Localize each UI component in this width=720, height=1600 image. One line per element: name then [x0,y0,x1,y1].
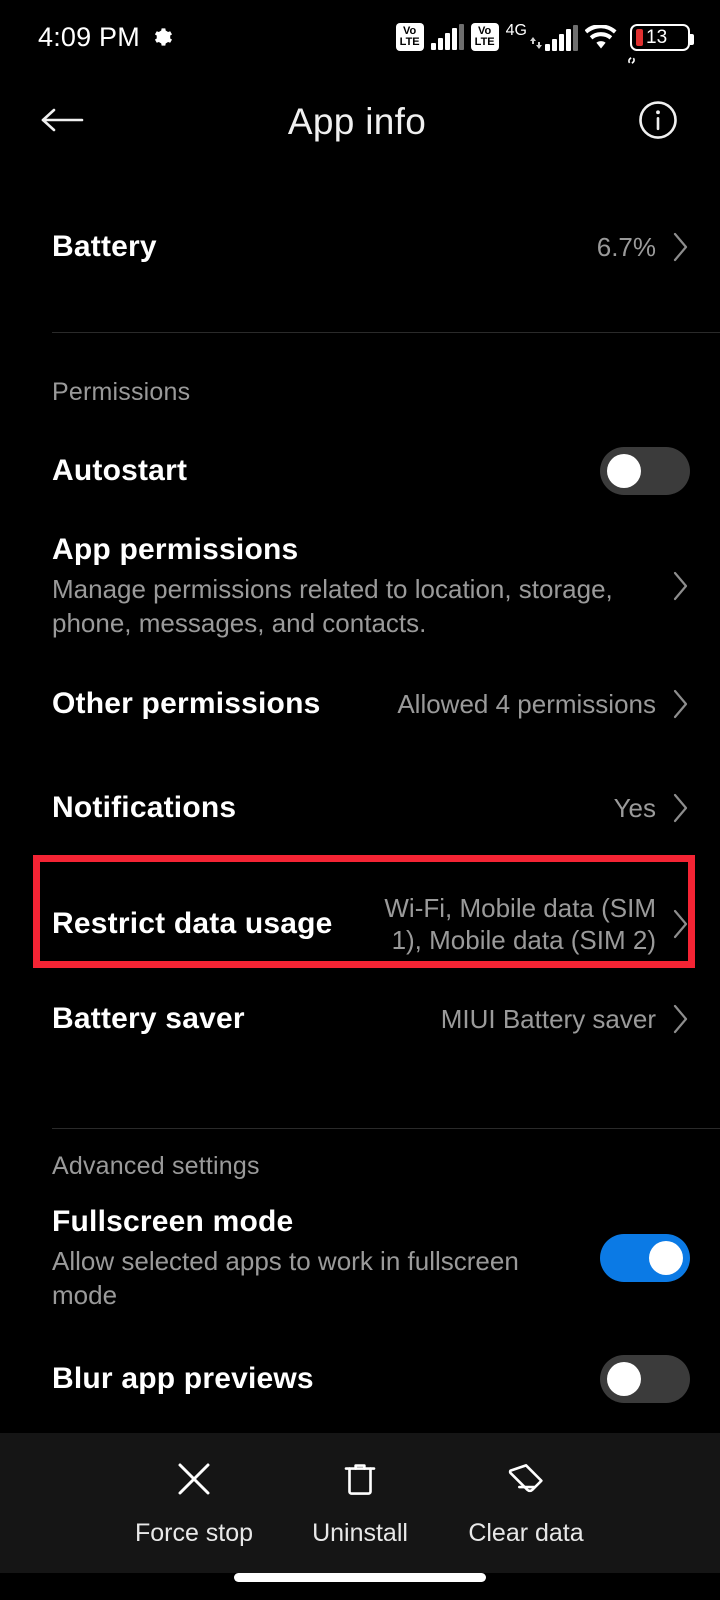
status-time: 4:09 PM [38,21,140,52]
info-icon [637,99,679,146]
mobile-network-group: 4G [506,23,578,51]
status-bar-left: 4:09 PM [38,22,173,53]
row-fullscreen-mode[interactable]: Fullscreen mode Allow selected apps to w… [0,1198,720,1318]
row-app-permissions-title: App permissions [52,532,299,566]
row-blur-app-previews[interactable]: Blur app previews [0,1348,720,1410]
row-fullscreen-mode-main: Fullscreen mode Allow selected apps to w… [52,1203,600,1313]
row-battery-main: Battery [52,228,597,266]
row-battery[interactable]: Battery 6.7% [0,216,720,278]
close-x-icon [173,1458,215,1505]
row-restrict-data-usage-title: Restrict data usage [52,907,333,941]
section-label-advanced-settings: Advanced settings [52,1152,260,1180]
row-autostart-title: Autostart [52,454,188,488]
status-bar-right: Vo LTE Vo LTE 4G 13 [395,23,694,64]
chevron-right-icon [672,688,690,720]
clear-data-button[interactable]: Clear data [443,1458,609,1548]
app-bar: App info [0,74,720,170]
uninstall-button[interactable]: Uninstall [277,1458,443,1548]
info-button[interactable] [630,94,686,150]
row-fullscreen-mode-subtitle: Allow selected apps to work in fullscree… [52,1246,519,1311]
row-app-permissions[interactable]: App permissions Manage permissions relat… [0,526,720,646]
battery-fill [636,28,643,46]
battery-level-text: 13 [646,26,668,48]
data-transfer-icon [530,24,542,50]
row-blur-app-previews-main: Blur app previews [52,1360,600,1398]
row-battery-saver[interactable]: Battery saver MIUI Battery saver [0,988,720,1050]
row-other-permissions[interactable]: Other permissions Allowed 4 permissions [0,673,720,735]
row-fullscreen-mode-title: Fullscreen mode [52,1204,294,1238]
chevron-right-icon [672,1003,690,1035]
phone-screen: 4:09 PM Vo LTE Vo LTE 4G 13 App info Bat… [0,0,720,1600]
row-restrict-data-usage-value: Wi-Fi, Mobile data (SIM 1), Mobile data … [384,892,656,956]
force-stop-button[interactable]: Force stop [111,1458,277,1548]
row-battery-value: 6.7% [596,231,656,262]
network-type-label: 4G [505,22,527,39]
row-other-permissions-value: Allowed 4 permissions [397,688,656,719]
chevron-right-icon [672,792,690,824]
back-button[interactable] [34,94,90,150]
force-stop-label: Force stop [134,1519,254,1547]
volte-sim2-icon: Vo LTE [470,23,499,51]
row-restrict-data-usage-main: Restrict data usage [52,905,366,943]
settings-list[interactable]: Battery 6.7% Permissions Autostart App p… [0,170,720,1433]
divider-2 [52,1128,720,1129]
gear-icon [151,26,173,48]
status-bar: 4:09 PM Vo LTE Vo LTE 4G 13 [0,0,720,74]
row-battery-saver-main: Battery saver [52,1000,441,1038]
wifi-icon [585,23,635,64]
volte-bottom-text-2: LTE [474,36,495,48]
row-notifications-title: Notifications [52,791,237,825]
page-title: App info [287,101,427,142]
volte-bottom-text: LTE [399,36,420,48]
row-battery-saver-title: Battery saver [52,1002,245,1036]
row-restrict-data-usage[interactable]: Restrict data usage Wi-Fi, Mobile data (… [0,878,720,970]
row-notifications-value: Yes [613,792,656,823]
signal-bars-sim1-icon [430,24,464,50]
signal-bars-sim2-icon [545,25,578,51]
row-blur-app-previews-title: Blur app previews [52,1362,314,1396]
divider-1 [52,332,720,333]
clear-data-label: Clear data [468,1519,584,1547]
volte-sim1-icon: Vo LTE [395,23,424,51]
row-notifications[interactable]: Notifications Yes [0,777,720,839]
blur-app-previews-toggle[interactable] [600,1355,690,1403]
trash-icon [339,1458,381,1505]
home-indicator[interactable] [234,1573,486,1582]
chevron-right-icon [672,231,690,263]
row-notifications-main: Notifications [52,789,614,827]
uninstall-label: Uninstall [312,1519,408,1547]
back-arrow-icon [40,105,84,140]
eraser-icon [505,1458,547,1505]
chevron-right-icon [672,570,690,602]
fullscreen-mode-toggle[interactable] [600,1234,690,1282]
row-battery-saver-value: MIUI Battery saver [440,1003,656,1034]
action-bar: Force stop Uninstall Clear data [0,1433,720,1573]
section-label-permissions: Permissions [52,378,191,406]
row-app-permissions-subtitle: Manage permissions related to location, … [52,574,613,639]
row-app-permissions-main: App permissions Manage permissions relat… [52,531,656,641]
row-autostart-main: Autostart [52,452,600,490]
autostart-toggle[interactable] [600,447,690,495]
battery-icon: 13 [630,23,694,51]
row-other-permissions-title: Other permissions [52,687,321,721]
row-autostart[interactable]: Autostart [0,440,720,502]
chevron-right-icon [672,908,690,940]
row-battery-title: Battery [52,230,157,264]
row-other-permissions-main: Other permissions [52,685,397,723]
